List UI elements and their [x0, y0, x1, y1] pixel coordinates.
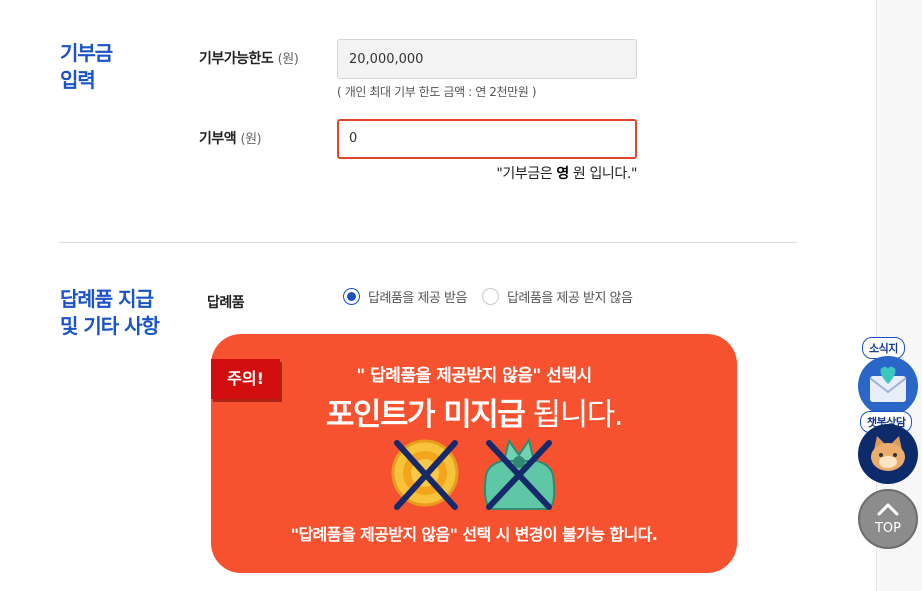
gift-title-line1: 답례품 지급	[60, 287, 154, 311]
notice-line3: "답례품을 제공받지 않음" 선택 시 변경이 불가능 합니다.	[290, 525, 658, 544]
limit-unit: (원)	[277, 52, 299, 67]
gift-bundle-icon	[483, 437, 556, 510]
gift-title-line2: 및 기타 사항	[60, 314, 160, 338]
notice-line1: " 답례품을 제공받지 않음" 선택시	[356, 366, 592, 386]
scroll-top-button[interactable]: TOP	[858, 489, 918, 549]
amount-label: 기부액 (원)	[199, 128, 262, 148]
amount-readout: "기부금은 영 원 입니다."	[496, 163, 637, 183]
notice-line2: 포인트가 미지급 됩니다.	[211, 389, 737, 434]
chatbot-button[interactable]	[858, 424, 918, 484]
notice-banner: 주의! " 답례품을 제공받지 않음" 선택시 포인트가 미지급 됩니다. "답…	[211, 334, 737, 573]
gift-radio-group: 답례품을 제공 받음 답례품을 제공 받지 않음	[343, 287, 647, 306]
limit-label-text: 기부가능한도	[199, 51, 274, 67]
amount-readout-suffix: 원 입니다."	[568, 166, 637, 182]
gift-option-decline-label: 답례품을 제공 받지 않음	[506, 291, 633, 306]
cat-mascot-icon	[871, 436, 905, 471]
gift-section-title: 답례품 지급 및 기타 사항	[60, 286, 160, 340]
top-label: TOP	[874, 521, 901, 536]
notice-line2-bold: 포인트가 미지급	[325, 397, 526, 433]
limit-label: 기부가능한도 (원)	[199, 48, 299, 68]
radio-receive[interactable]	[343, 288, 360, 305]
gift-option-decline[interactable]: 답례품을 제공 받지 않음	[481, 287, 633, 306]
mail-heart-icon	[869, 366, 907, 402]
limit-field: 20,000,000	[337, 39, 637, 79]
notice-line2-light: 됩니다.	[524, 397, 624, 433]
amount-readout-value: 영	[556, 166, 569, 182]
donation-section-title: 기부금 입력	[60, 40, 113, 94]
newsletter-button[interactable]	[858, 356, 918, 416]
gift-label: 답례품	[207, 295, 245, 311]
gift-option-receive[interactable]: 답례품을 제공 받음	[343, 287, 467, 306]
chevron-up-icon	[877, 503, 899, 516]
donation-title-line2: 입력	[60, 68, 96, 92]
amount-label-text: 기부액	[199, 131, 237, 147]
amount-input[interactable]: 0	[337, 119, 637, 159]
donation-title-line1: 기부금	[60, 41, 113, 65]
amount-unit: (원)	[240, 132, 262, 147]
radio-decline[interactable]	[481, 288, 499, 305]
section-divider	[59, 242, 797, 243]
coin-icon	[391, 439, 459, 510]
amount-readout-prefix: "기부금은	[496, 166, 557, 182]
limit-hint: ( 개인 최대 기부 한도 금액 : 연 2천만원 )	[337, 85, 537, 99]
gift-option-receive-label: 답례품을 제공 받음	[368, 291, 467, 306]
notice-icons	[391, 437, 556, 510]
